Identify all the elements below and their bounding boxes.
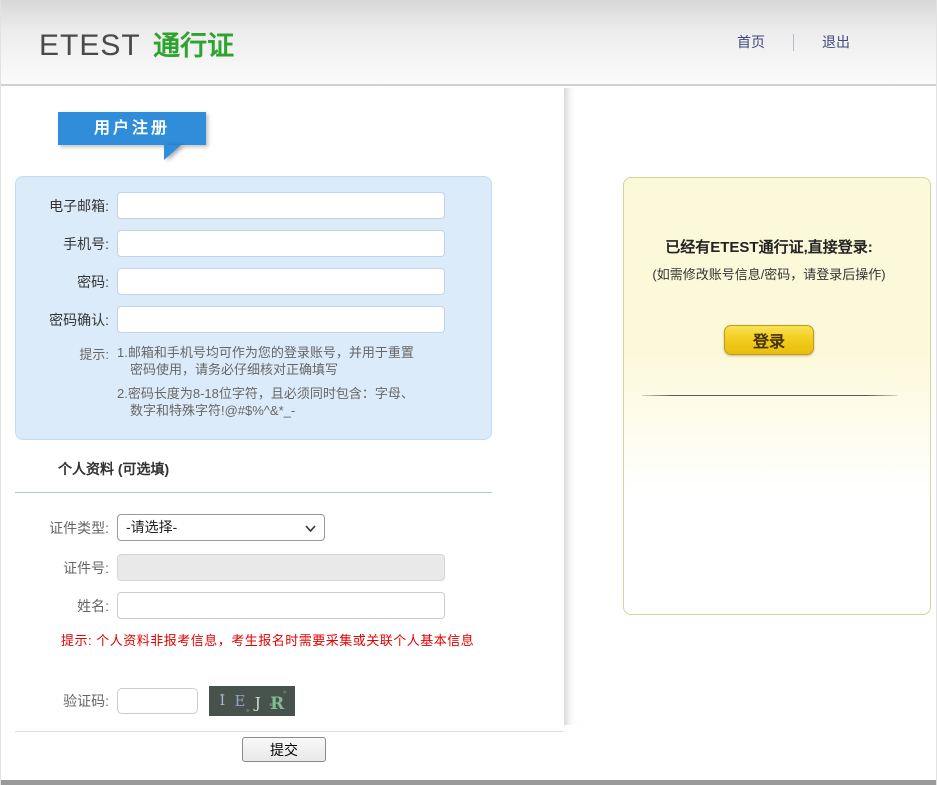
captcha-label: 验证码:: [1, 691, 109, 711]
login-panel-title: 已经有ETEST通行证,直接登录:: [624, 236, 914, 257]
logo-pass-text: 通行证: [153, 31, 234, 61]
form-footer-divider: [15, 731, 563, 732]
mobile-label: 手机号:: [16, 234, 109, 254]
login-panel-subtitle: (如需修改账号信息/密码，请登录后操作): [624, 264, 914, 283]
email-field[interactable]: [117, 192, 445, 219]
name-label: 姓名:: [1, 596, 109, 616]
password-confirm-field[interactable]: [117, 306, 445, 333]
captcha-image[interactable]: I E J R: [209, 686, 295, 716]
registration-column: 用户注册 电子邮箱: 手机号: 密码: 密码确认: 提示:: [1, 88, 564, 731]
password-field[interactable]: [117, 268, 445, 295]
name-field[interactable]: [117, 592, 445, 619]
captcha-char-2: E: [235, 692, 246, 710]
account-hints: 提示: 1.邮箱和手机号均可作为您的登录账号，并用于重置 密码使用，请务必仔细核…: [16, 344, 491, 426]
header-nav: 首页 退出: [737, 32, 850, 52]
page-bottom-bar: [1, 780, 936, 785]
logo: ETEST 通行证: [39, 24, 234, 63]
captcha-char-4: R: [270, 694, 284, 714]
hint-lines: 1.邮箱和手机号均可作为您的登录账号，并用于重置 密码使用，请务必仔细核对正确填…: [117, 344, 414, 426]
header: ETEST 通行证 首页 退出: [1, 0, 936, 86]
id-type-label: 证件类型:: [1, 518, 109, 538]
logo-etest-text: ETEST: [39, 29, 141, 62]
login-button[interactable]: 登录: [724, 325, 814, 355]
nav-separator: [793, 34, 794, 51]
hint-prefix: 提示:: [16, 344, 109, 426]
hint-line-2: 2.密码长度为8-18位字符，且必须同时包含：字母、: [117, 385, 414, 402]
mobile-row: 手机号:: [16, 230, 491, 257]
hint-line-1: 1.邮箱和手机号均可作为您的登录账号，并用于重置: [117, 344, 414, 361]
tab-user-register-label: 用户注册: [94, 120, 170, 137]
email-row: 电子邮箱:: [16, 192, 491, 219]
account-form-panel: 电子邮箱: 手机号: 密码: 密码确认: 提示: 1.邮箱和手机号均可作为您的登…: [15, 176, 492, 440]
profile-warning-text: 提示: 个人资料非报考信息，考生报名时需要采集或关联个人基本信息: [61, 630, 474, 649]
login-panel-divider: [642, 395, 897, 396]
password-confirm-row: 密码确认:: [16, 306, 491, 333]
nav-home-link[interactable]: 首页: [737, 32, 765, 52]
tab-tail-decoration: [164, 145, 181, 160]
mobile-field[interactable]: [117, 230, 445, 257]
captcha-char-1: I: [220, 693, 226, 709]
id-number-field: [117, 554, 445, 581]
captcha-row: 验证码: I E J R: [1, 686, 295, 716]
password-label: 密码:: [16, 272, 109, 292]
nav-logout-link[interactable]: 退出: [822, 32, 850, 52]
login-column: 已经有ETEST通行证,直接登录: (如需修改账号信息/密码，请登录后操作) 登…: [564, 88, 937, 725]
id-number-label: 证件号:: [1, 558, 109, 578]
id-type-select[interactable]: -请选择-: [117, 514, 325, 541]
profile-section-title: 个人资料 (可选填): [15, 459, 492, 493]
email-label: 电子邮箱:: [16, 196, 109, 216]
hint-line-2b: 数字和特殊字符!@#$%^&*_-: [130, 402, 414, 419]
submit-button[interactable]: 提交: [242, 737, 326, 762]
login-panel: 已经有ETEST通行证,直接登录: (如需修改账号信息/密码，请登录后操作) 登…: [623, 177, 931, 615]
id-type-selected-value: -请选择-: [126, 519, 177, 535]
page: ETEST 通行证 首页 退出 用户注册 电子邮箱: 手机号: 密码:: [0, 0, 937, 785]
hint-line-1b: 密码使用，请务必仔细核对正确填写: [130, 361, 414, 378]
captcha-field[interactable]: [117, 688, 198, 714]
name-row: 姓名:: [1, 592, 445, 619]
chevron-down-icon: [305, 525, 316, 532]
captcha-char-3: J: [255, 694, 261, 712]
id-number-row: 证件号:: [1, 554, 445, 581]
tab-user-register: 用户注册: [58, 112, 206, 145]
password-row: 密码:: [16, 268, 491, 295]
id-type-row: 证件类型: -请选择-: [1, 514, 325, 541]
password-confirm-label: 密码确认:: [16, 310, 109, 330]
